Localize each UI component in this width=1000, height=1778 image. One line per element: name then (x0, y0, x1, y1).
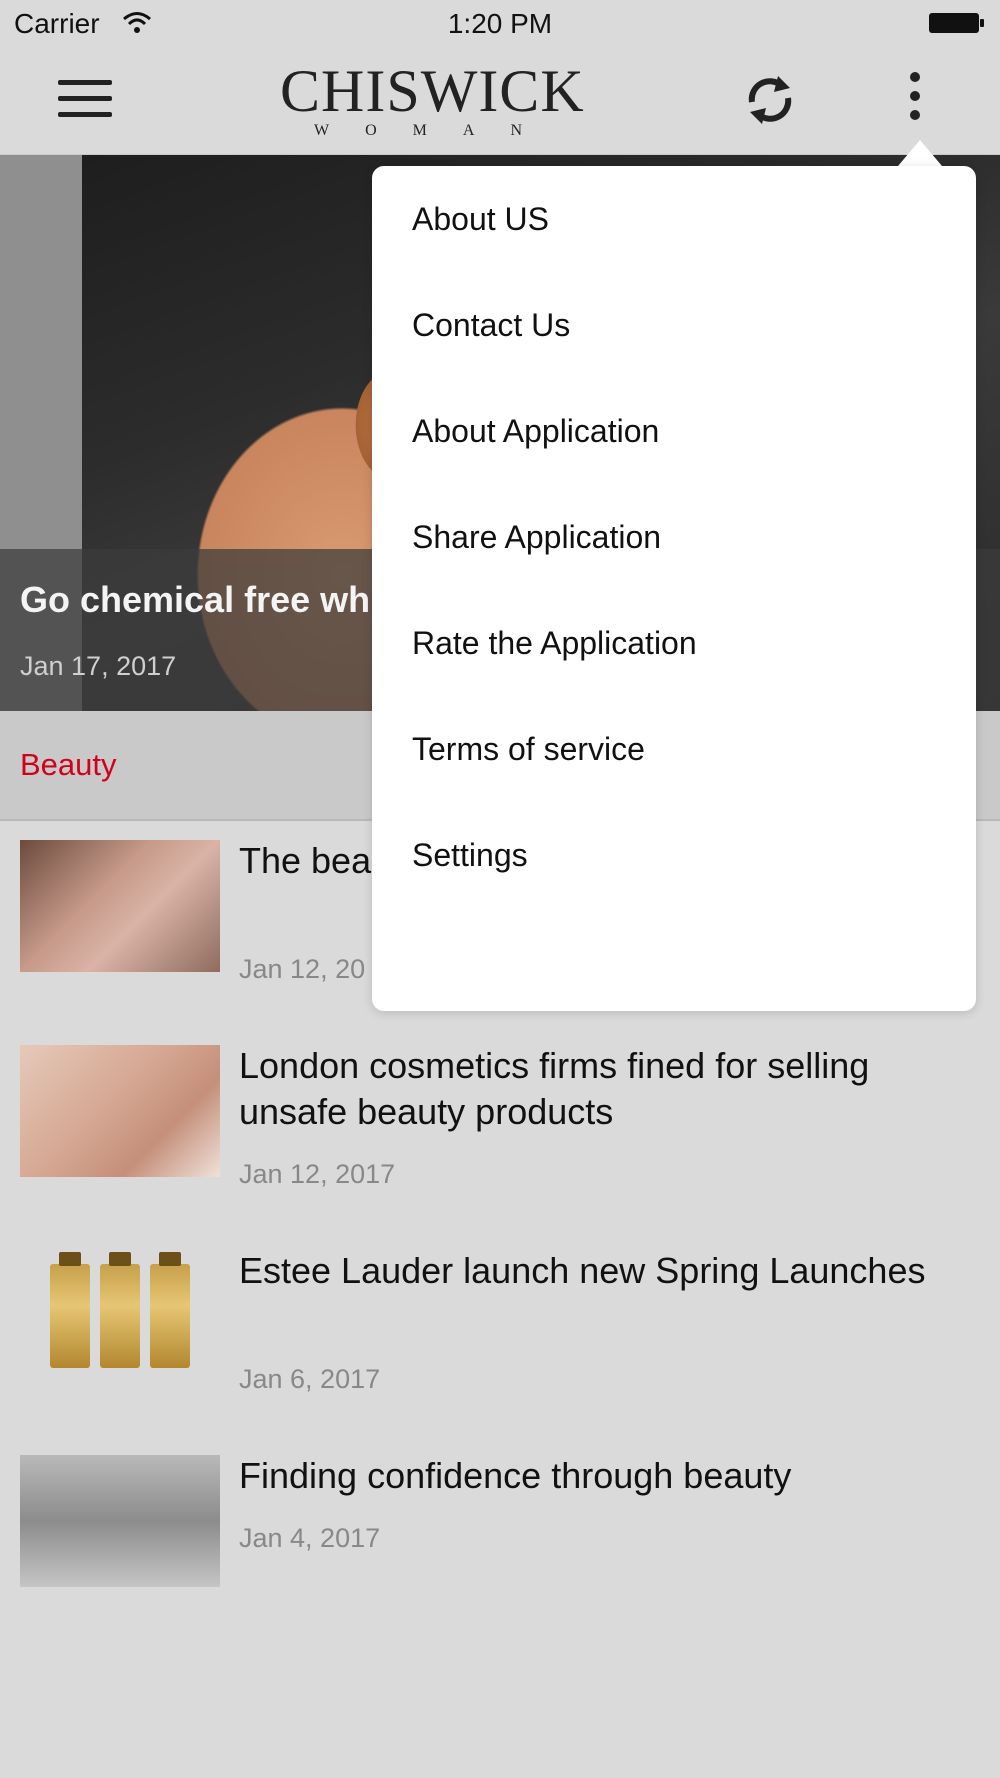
menu-item-about-application[interactable]: About Application (412, 378, 952, 484)
status-bar: Carrier 1:20 PM (0, 0, 1000, 50)
article-title: London cosmetics firms fined for selling… (239, 1045, 870, 1132)
popup-arrow (898, 140, 942, 166)
featured-date: Jan 17, 2017 (20, 651, 177, 681)
article-date: Jan 6, 2017 (239, 1364, 381, 1394)
article-thumbnail (20, 840, 220, 972)
menu-item-rate-application[interactable]: Rate the Application (412, 590, 952, 696)
article-date: Jan 12, 20 (239, 954, 366, 984)
status-time: 1:20 PM (447, 8, 553, 39)
more-options-icon[interactable] (898, 72, 932, 132)
article-thumbnail (20, 1455, 220, 1587)
article-thumbnail (20, 1250, 220, 1382)
list-item[interactable]: Estee Lauder launch new Spring Launches … (0, 1230, 1000, 1430)
menu-item-about-us[interactable]: About US (412, 166, 952, 272)
app-logo: CHISWICK WOMAN (280, 58, 585, 144)
tab-beauty[interactable]: Beauty (20, 747, 117, 783)
menu-item-terms-of-service[interactable]: Terms of service (412, 696, 952, 802)
article-thumbnail (20, 1045, 220, 1177)
list-item[interactable]: Finding confidence through beauty Jan 4,… (0, 1435, 1000, 1635)
logo-subtitle: WOMAN (314, 122, 558, 139)
menu-item-share-application[interactable]: Share Application (412, 484, 952, 590)
menu-item-settings[interactable]: Settings (412, 802, 952, 908)
article-date: Jan 4, 2017 (239, 1523, 381, 1553)
overflow-menu: About US Contact Us About Application Sh… (372, 166, 976, 1011)
article-title: Estee Lauder launch new Spring Launches (239, 1250, 926, 1291)
refresh-icon[interactable] (742, 68, 798, 132)
article-date: Jan 12, 2017 (239, 1159, 396, 1189)
list-item[interactable]: London cosmetics firms fined for selling… (0, 1025, 1000, 1225)
article-title: Finding confidence through beauty (239, 1455, 792, 1496)
logo-title: CHISWICK (280, 58, 585, 124)
app-bar: CHISWICK WOMAN (0, 50, 1000, 155)
menu-hamburger-icon[interactable] (58, 80, 112, 120)
battery-icon (929, 13, 984, 33)
featured-title: Go chemical free wh (20, 579, 371, 620)
menu-item-contact-us[interactable]: Contact Us (412, 272, 952, 378)
